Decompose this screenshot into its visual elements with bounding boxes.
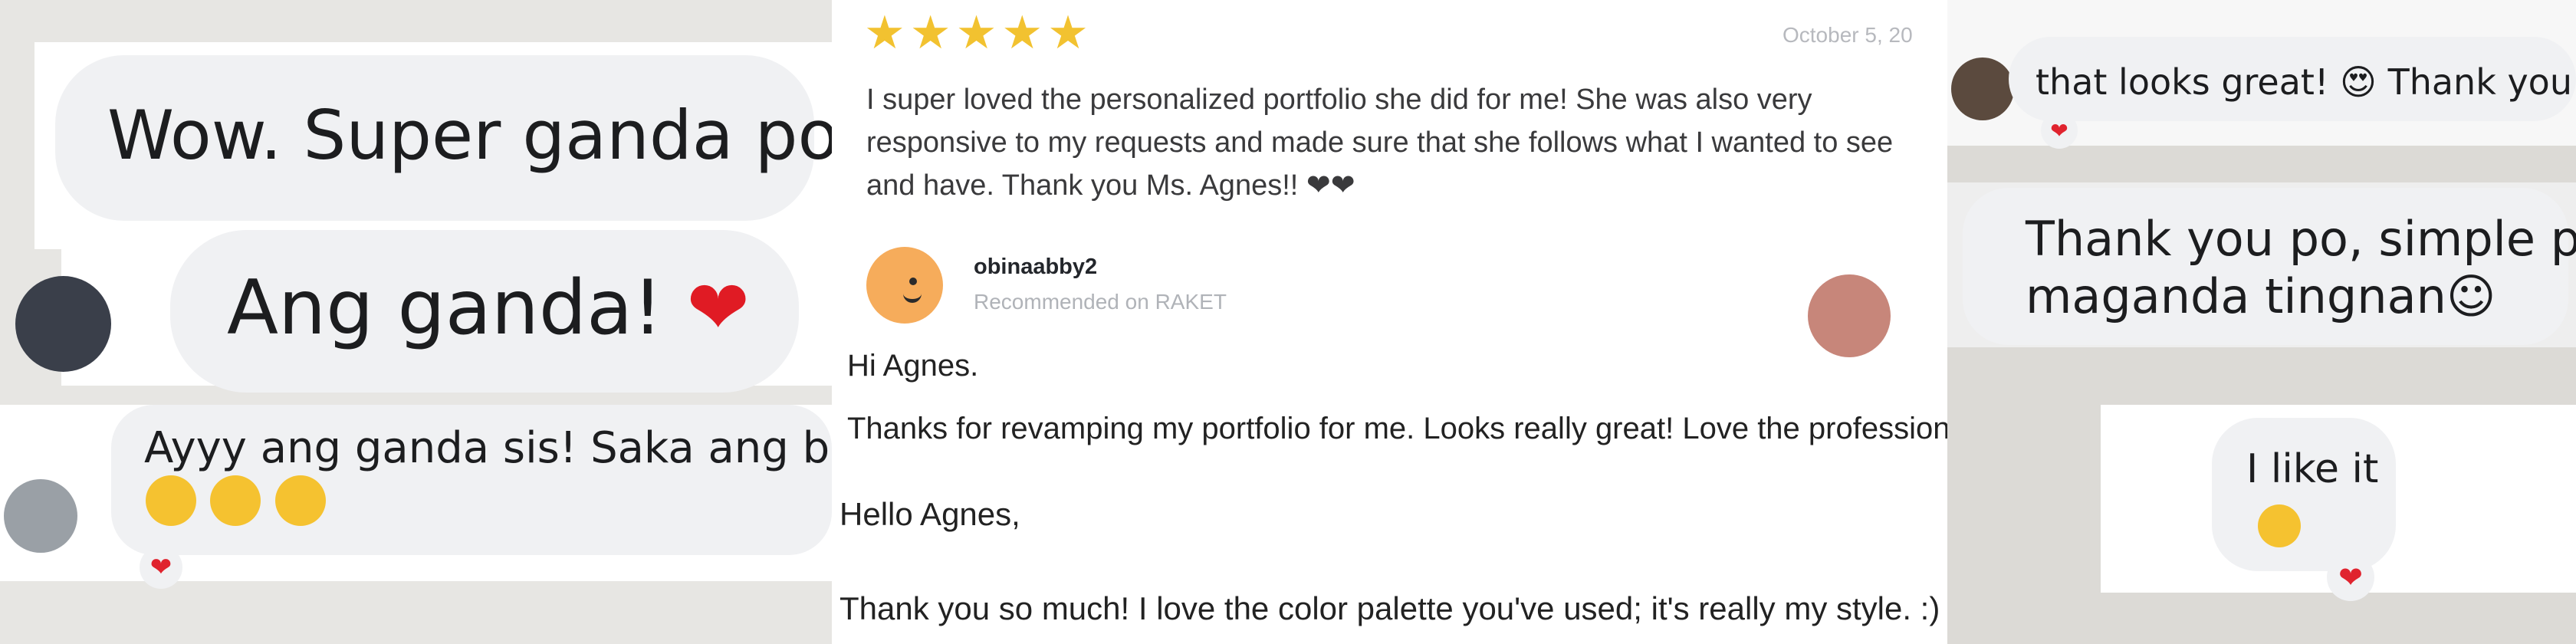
ang-ganda-label: Ang ganda! [227,264,687,352]
email-snippet-2: Hello Agnes, Thank you so much! I love t… [832,472,1947,644]
email1-greeting: Hi Agnes. [847,349,979,383]
emoji-row [146,475,326,526]
smiley-mouth [903,290,922,303]
chat-bubble-thank-you-po-line2: maganda tingnan☺ [2026,268,2496,324]
review-text: I super loved the personalized portfolio… [866,84,1894,202]
heart-eyes-emoji-icon [210,475,261,526]
heart-reaction-icon[interactable]: ❤ [2327,554,2374,601]
chat-bubble-that-looks-great-text: that looks great! 😍 Thank you po! [2036,61,2576,103]
review-date: October 5, 20 [1783,23,1913,47]
email2-greeting: Hello Agnes, [840,496,1020,532]
avatar [15,276,111,372]
chat-bubble-thank-you-po-line1: Thank you po, simple pero [2026,211,2576,267]
left-chat-panel: Wow. Super ganda po Ang ganda! ❤ Ayyy an… [0,0,832,644]
chat-bubble-i-like-it-line1: I like it [2246,446,2379,492]
heart-icon: ❤ [686,264,750,352]
reviewer-name[interactable]: obinaabby2 [974,255,1097,280]
smiling-face-with-hearts-icon [2258,504,2301,547]
review-card: ★★★★★ October 5, 20 I super loved the pe… [832,0,1947,337]
heart-reaction-icon[interactable]: ❤ [2041,112,2078,149]
chat-bubble-wow-text: Wow. Super ganda po [107,96,832,175]
rating-stars: ★★★★★ [864,6,1093,60]
chat-bubble-ang-ganda-text: Ang ganda! ❤ [227,264,750,352]
reviewer-subtitle: Recommended on RAKET [974,290,1227,314]
reviewer-avatar [866,247,943,324]
heart-reaction-icon[interactable]: ❤ [140,546,182,589]
avatar [1808,274,1891,357]
email1-body: Thanks for revamping my portfolio for me… [847,412,2082,445]
chat-bubble-ayyy-line1: Ayyy ang ganda sis! Saka ang bilis [144,423,832,473]
heart-eyes-emoji-icon [274,475,326,526]
chat-bubble-i-like-it [2212,418,2396,571]
email2-body: Thank you so much! I love the color pale… [840,590,1940,626]
smiley-icon [909,278,917,285]
right-chat-panel: that looks great! 😍 Thank you po! ❤ Than… [1947,0,2576,644]
avatar [1951,58,2014,120]
avatar [4,479,77,553]
email-snippet-1: Hi Agnes. Thanks for revamping my portfo… [832,334,2101,472]
heart-eyes-emoji-icon [146,475,196,526]
